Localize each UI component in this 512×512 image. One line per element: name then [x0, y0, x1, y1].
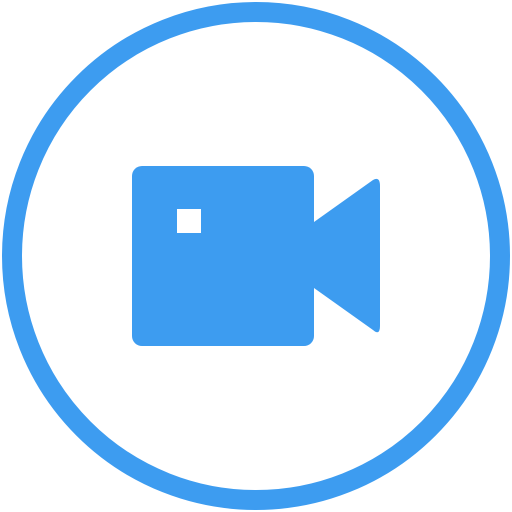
camera-body — [132, 166, 314, 346]
video-icon-canvas — [0, 0, 512, 512]
camera-indicator-light — [177, 209, 201, 233]
video-call-button[interactable] — [0, 0, 512, 512]
video-camera-icon — [2, 2, 510, 510]
camera-lens — [314, 178, 380, 333]
